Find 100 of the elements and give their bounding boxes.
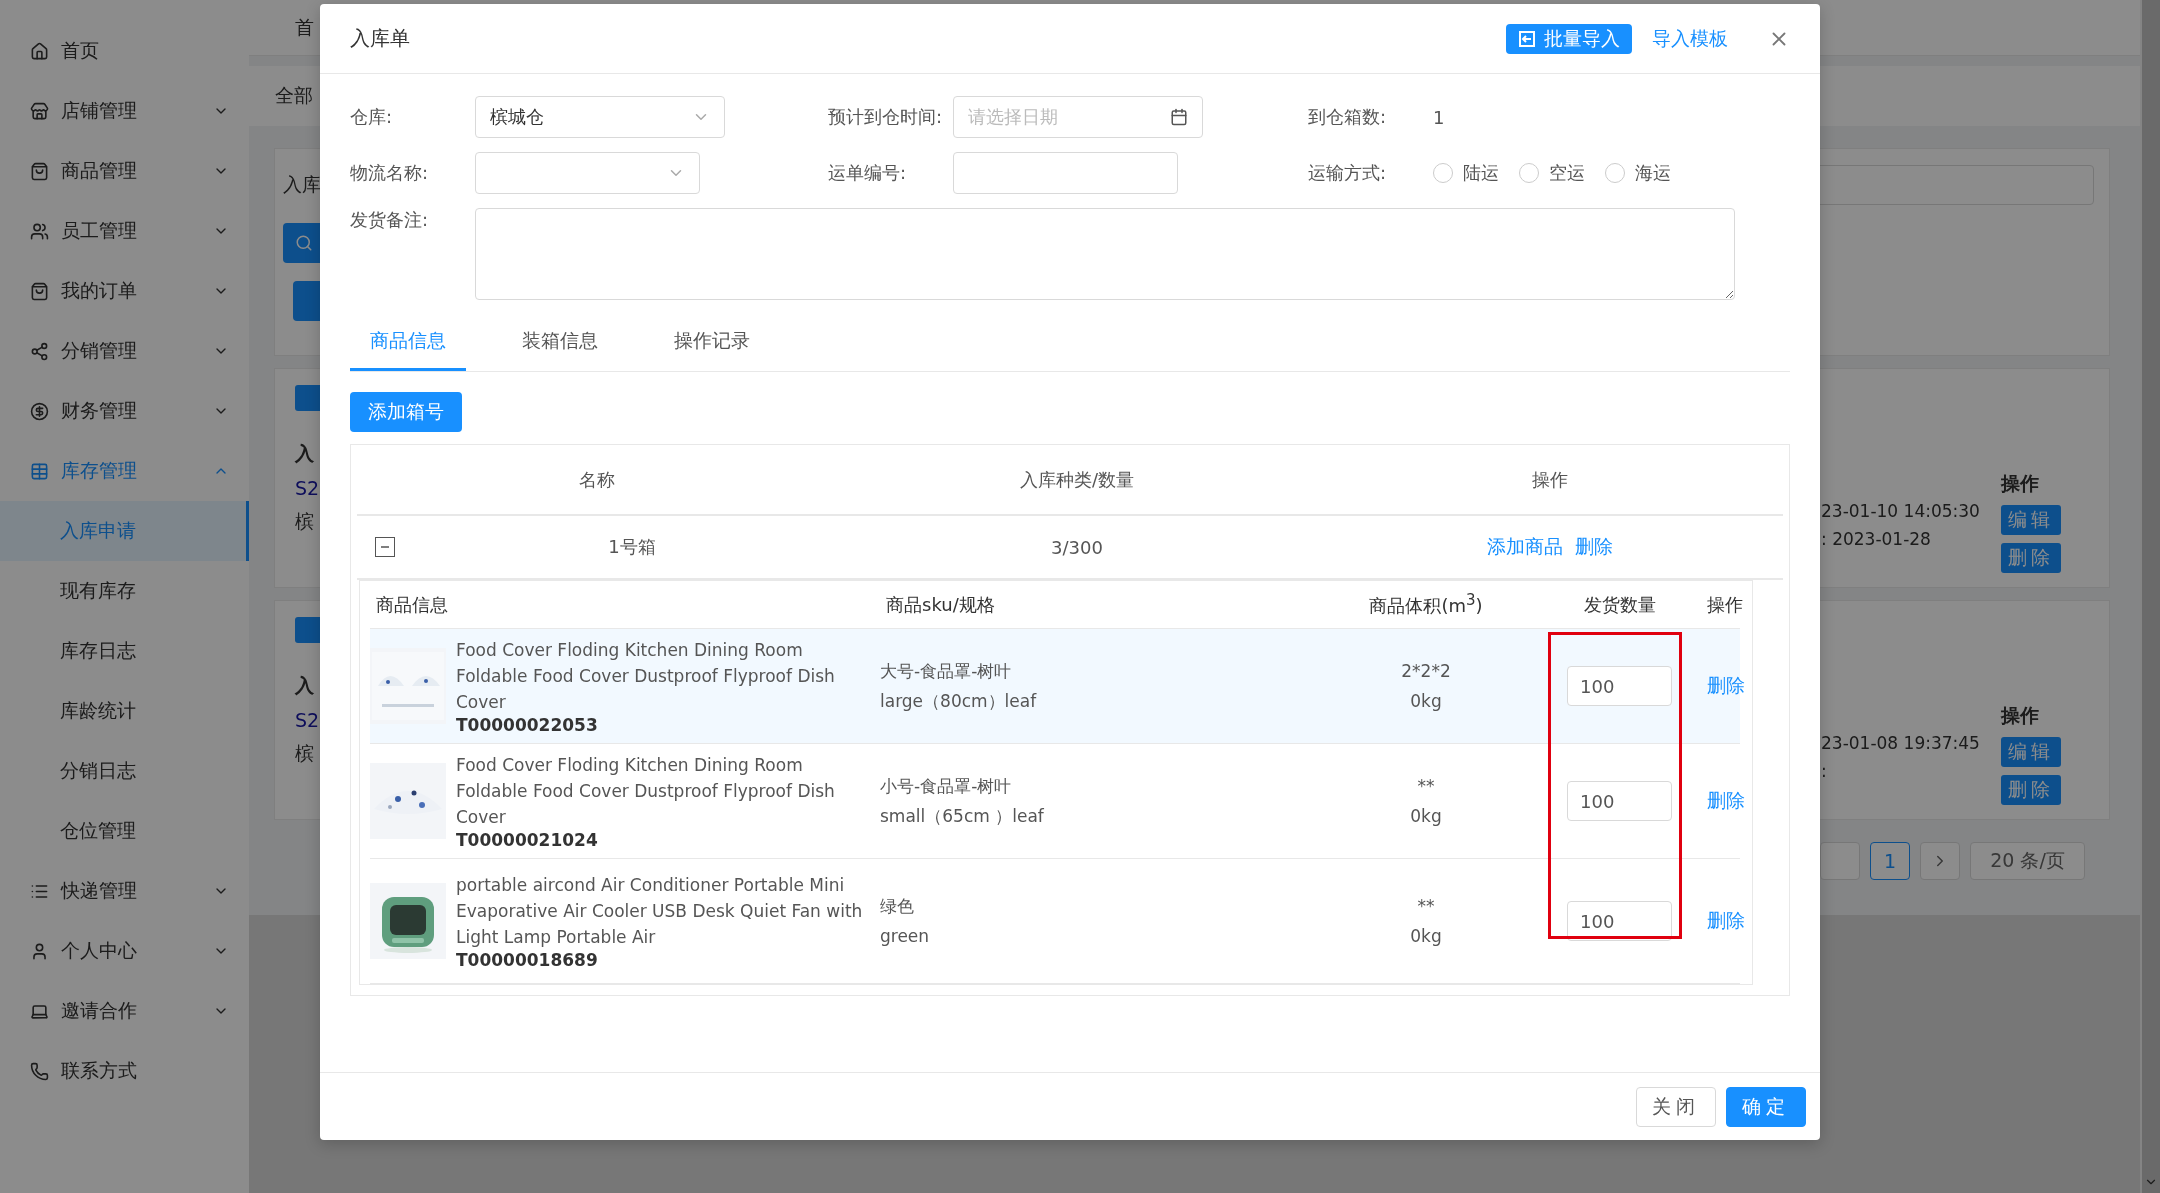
import-button[interactable]: 批量导入 <box>1506 23 1632 54</box>
product-code: T00000021024 <box>456 830 599 850</box>
product-code: T00000022053 <box>456 715 599 735</box>
sidebar-item[interactable]: 我的订单 <box>0 261 249 321</box>
record-arrival: : <box>1821 761 1828 781</box>
sku-spec: green <box>880 925 930 948</box>
record-arrival: : 2023-01-28 <box>1821 529 1932 549</box>
radio-option[interactable]: 陆运 <box>1433 161 1499 185</box>
product-title: portable aircond Air Conditioner Portable Mini Evaporative Air Cooler USB Desk Quiet Fan with Light Lamp Portable Air <box>456 874 864 949</box>
bag-icon <box>30 161 49 181</box>
filter-tab[interactable]: 全部 <box>275 83 313 109</box>
edit-button[interactable]: 编辑 <box>2001 505 2061 535</box>
radio-option[interactable]: 空运 <box>1519 161 1585 185</box>
sidebar-item[interactable]: 商品管理 <box>0 141 249 201</box>
column-header: 商品sku/规格 <box>885 592 996 617</box>
column-header: 操作 <box>1531 467 1569 492</box>
home-icon <box>30 41 49 61</box>
sidebar-item[interactable]: 邀请合作 <box>0 981 249 1041</box>
product-title: Food Cover Floding Kitchen Dining Room Foldable Food Cover Dustproof Flyproof Dish Cover <box>456 754 836 829</box>
sidebar-subitem[interactable]: 现有库存 <box>0 561 249 621</box>
record-title: 入 <box>295 441 315 466</box>
radio-option[interactable]: 海运 <box>1605 161 1671 185</box>
field-label: 仓库: <box>350 105 394 129</box>
box-count: 1 <box>1433 106 1446 128</box>
field-label: 预计到仓时间: <box>828 105 944 129</box>
sku-spec: small（65cm ）leaf <box>880 805 1044 828</box>
actions-heading: 操作 <box>2001 703 2039 728</box>
delete-button[interactable]: 删除 <box>2001 543 2061 573</box>
page-size-select[interactable]: 20 条/页 <box>1970 842 2085 880</box>
sidebar-subitem[interactable]: 仓位管理 <box>0 801 249 861</box>
add-box-button[interactable]: 添加箱号 <box>350 392 462 432</box>
tab[interactable]: 操作记录 <box>654 314 770 371</box>
bag-icon <box>30 281 49 301</box>
delete-button[interactable]: 删除 <box>2001 775 2061 805</box>
sidebar-item[interactable]: 快递管理 <box>0 861 249 921</box>
actions-heading: 操作 <box>2001 471 2039 496</box>
sidebar-item[interactable]: 联系方式 <box>0 1041 249 1101</box>
field-label: 物流名称: <box>350 161 430 185</box>
collapse-icon[interactable] <box>375 537 395 557</box>
sidebar-subitem[interactable]: 库存日志 <box>0 621 249 681</box>
weight: 0kg <box>1410 690 1442 713</box>
box-count: 3/300 <box>1050 536 1104 558</box>
next-page-button[interactable] <box>1920 842 1960 880</box>
record-warehouse: 槟 <box>295 509 315 534</box>
record-time: 23-01-08 19:37:45 <box>1821 733 1981 753</box>
quantity-field[interactable]: 100 <box>1567 901 1672 941</box>
close-button[interactable]: 关闭 <box>1636 1086 1716 1127</box>
product-code: T00000018689 <box>456 950 599 970</box>
warehouse-select[interactable]: 槟城仓 <box>475 96 725 138</box>
delete-link[interactable]: 删除 <box>1575 534 1613 560</box>
tab[interactable]: 商品信息 <box>350 314 466 371</box>
phone-icon <box>30 1061 49 1081</box>
sidebar-label: 快递管理 <box>61 878 138 903</box>
delete-link[interactable]: 删除 <box>1707 908 1745 934</box>
dialog-title: 入库单 <box>350 25 411 52</box>
sidebar-item[interactable]: 店铺管理 <box>0 81 249 141</box>
sidebar-item[interactable]: 财务管理 <box>0 381 249 441</box>
waybill-field[interactable] <box>953 152 1178 194</box>
sku-spec: large（80cm）leaf <box>880 690 1037 713</box>
page-tab[interactable]: 首 <box>295 14 314 41</box>
field-label: 发货备注: <box>350 208 430 232</box>
quantity-field[interactable]: 100 <box>1567 666 1672 706</box>
calendar-icon <box>1170 108 1188 126</box>
box-name: 1号箱 <box>607 535 657 559</box>
record-warehouse: 槟 <box>295 741 315 766</box>
volume: ** <box>1417 775 1435 798</box>
tab[interactable]: 装箱信息 <box>502 314 618 371</box>
template-link[interactable]: 导入模板 <box>1652 25 1728 52</box>
sidebar-label: 员工管理 <box>61 218 138 243</box>
prev-page-button[interactable] <box>1820 842 1860 880</box>
confirm-button[interactable]: 确定 <box>1726 1086 1806 1127</box>
column-header: 入库种类/数量 <box>1018 467 1136 492</box>
edit-button[interactable]: 编辑 <box>2001 737 2061 767</box>
field-label: 到仓箱数: <box>1308 105 1388 129</box>
add-product-link[interactable]: 添加商品 <box>1487 534 1563 560</box>
delete-link[interactable]: 删除 <box>1707 788 1745 814</box>
users-icon <box>30 221 49 241</box>
column-header: 操作 <box>1707 592 1743 617</box>
sidebar-subitem[interactable]: 分销日志 <box>0 741 249 801</box>
sku-name: 小号-食品罩-树叶 <box>880 775 1012 798</box>
store-icon <box>30 101 49 121</box>
remark-field[interactable] <box>475 208 1735 300</box>
sidebar-label: 库存管理 <box>61 458 138 483</box>
import-icon <box>1518 29 1536 48</box>
sidebar-label: 商品管理 <box>61 158 138 183</box>
scrollbar[interactable] <box>2140 0 2160 1193</box>
column-header: 发货数量 <box>1582 592 1657 617</box>
sidebar-item[interactable]: 个人中心 <box>0 921 249 981</box>
sidebar-item[interactable]: 分销管理 <box>0 321 249 381</box>
logistics-select[interactable] <box>475 152 700 194</box>
weight: 0kg <box>1410 805 1442 828</box>
delete-link[interactable]: 删除 <box>1707 673 1745 699</box>
quantity-field[interactable]: 100 <box>1567 781 1672 821</box>
sidebar-subitem[interactable]: 库龄统计 <box>0 681 249 741</box>
sidebar-item[interactable]: 首页 <box>0 21 249 81</box>
sidebar-label: 店铺管理 <box>61 98 138 123</box>
sidebar-label: 邀请合作 <box>61 998 138 1023</box>
sidebar-label: 财务管理 <box>61 398 138 423</box>
sidebar-label: 分销管理 <box>61 338 138 363</box>
sidebar-item[interactable]: 员工管理 <box>0 201 249 261</box>
